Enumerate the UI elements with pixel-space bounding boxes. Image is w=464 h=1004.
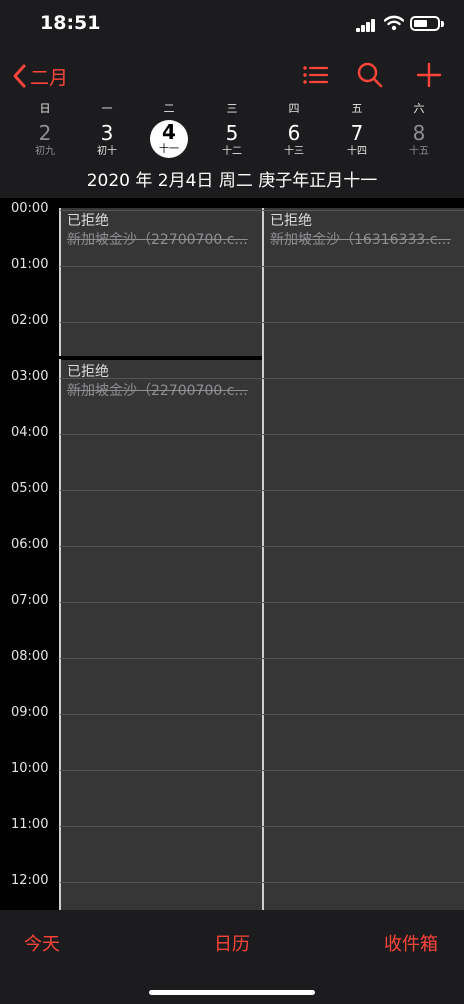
hour-row: 12:00 (0, 873, 464, 888)
event-block[interactable]: 已拒绝 新加坡金沙（16316333.c... (262, 208, 464, 910)
hour-label: 06:00 (11, 537, 49, 552)
hour-label: 07:00 (11, 593, 49, 608)
day-cell[interactable]: 8 十五 (399, 120, 439, 158)
hour-row: 02:00 (0, 313, 464, 328)
hour-gridline (60, 602, 464, 603)
day-cell[interactable]: 5 十二 (212, 120, 252, 158)
hour-gridline (60, 490, 464, 491)
hour-label: 10:00 (11, 761, 49, 776)
calendar-header: 18:51 二月 日 一 二 三 四 五 六 2 初九 3 初十 4 十一 5 … (0, 0, 464, 198)
day-number: 2 (38, 121, 52, 145)
hour-row: 04:00 (0, 425, 464, 440)
lunar-date: 十二 (222, 146, 242, 157)
hour-gridline (60, 378, 464, 379)
status-bar: 18:51 (0, 0, 464, 50)
hour-row: 07:00 (0, 593, 464, 608)
day-cell[interactable]: 7 十四 (337, 120, 377, 158)
weekday-label: 六 (413, 102, 425, 115)
day-number: 5 (225, 121, 239, 145)
day-cell[interactable]: 6 十三 (274, 120, 314, 158)
today-button[interactable]: 今天 (24, 930, 60, 956)
weekday-label: 四 (288, 102, 300, 115)
hour-row: 09:00 (0, 705, 464, 720)
hour-gridline (60, 546, 464, 547)
hour-label: 00:00 (11, 201, 49, 216)
hour-row: 06:00 (0, 537, 464, 552)
event-title: 新加坡金沙（16316333.c... (270, 232, 451, 248)
wifi-icon (384, 15, 404, 31)
chevron-left-icon (13, 64, 26, 88)
day-cell[interactable]: 2 初九 (25, 120, 65, 158)
hour-gridline (60, 882, 464, 883)
navigation-bar: 二月 (0, 56, 464, 96)
add-icon[interactable] (414, 60, 444, 90)
event-status: 已拒绝 (67, 213, 109, 229)
event-block[interactable]: 已拒绝 新加坡金沙（22700700.c... (59, 208, 262, 356)
back-label: 二月 (30, 66, 69, 89)
calendars-button[interactable]: 日历 (214, 930, 250, 956)
hour-row: 11:00 (0, 817, 464, 832)
weekday-label: 五 (351, 102, 363, 115)
weekday-label: 一 (101, 102, 113, 115)
event-block[interactable]: 已拒绝 新加坡金沙（22700700.c... (59, 359, 262, 910)
day-cell[interactable]: 3 初十 (87, 120, 127, 158)
hour-row: 05:00 (0, 481, 464, 496)
hour-label: 09:00 (11, 705, 49, 720)
hour-label: 11:00 (11, 817, 49, 832)
event-title: 新加坡金沙（22700700.c... (67, 383, 248, 399)
back-to-month-button[interactable]: 二月 (12, 62, 68, 90)
hour-label: 08:00 (11, 649, 49, 664)
event-status: 已拒绝 (270, 213, 312, 229)
battery-icon (410, 16, 440, 31)
inbox-button[interactable]: 收件箱 (384, 930, 438, 956)
event-title: 新加坡金沙（22700700.c... (67, 232, 248, 248)
hour-label: 01:00 (11, 257, 49, 272)
hour-label: 02:00 (11, 313, 49, 328)
lunar-date: 十四 (347, 146, 367, 157)
lunar-date: 初十 (97, 146, 117, 157)
lunar-date: 十三 (284, 146, 304, 157)
selected-date-title: 2020 年 2月4日 周二 庚子年正月十一 (86, 171, 378, 191)
hour-gridline (60, 266, 464, 267)
hour-gridline (60, 210, 464, 211)
weekday-label: 三 (226, 102, 238, 115)
day-number: 7 (350, 121, 364, 145)
hour-gridline (60, 322, 464, 323)
lunar-date: 初九 (35, 146, 55, 157)
hour-row: 00:00 (0, 201, 464, 216)
list-icon[interactable] (300, 60, 330, 90)
cellular-signal-icon (356, 18, 376, 32)
hour-row: 01:00 (0, 257, 464, 272)
hour-label: 05:00 (11, 481, 49, 496)
day-cell-selected[interactable]: 4 十一 (149, 120, 189, 158)
hour-label: 03:00 (11, 369, 49, 384)
weekday-labels: 日 一 二 三 四 五 六 (0, 100, 464, 116)
hour-gridline (60, 434, 464, 435)
weekday-label: 日 (39, 102, 51, 115)
day-number: 4 (162, 120, 176, 144)
home-indicator[interactable] (149, 990, 315, 995)
hour-row: 03:00 (0, 369, 464, 384)
hour-row: 08:00 (0, 649, 464, 664)
hour-gridline (60, 826, 464, 827)
lunar-date: 十五 (409, 146, 429, 157)
weekday-label: 二 (163, 102, 175, 115)
day-number: 6 (287, 121, 301, 145)
search-icon[interactable] (355, 60, 385, 90)
battery-tip (441, 21, 444, 27)
hour-label: 04:00 (11, 425, 49, 440)
hour-label: 12:00 (11, 873, 49, 888)
event-separator (61, 357, 262, 360)
week-strip: 2 初九 3 初十 4 十一 5 十二 6 十三 7 十四 8 十五 (0, 120, 464, 164)
bottom-toolbar: 今天 日历 收件箱 (0, 910, 464, 1004)
status-time: 18:51 (40, 12, 101, 34)
day-timeline[interactable]: 已拒绝 新加坡金沙（22700700.c... 已拒绝 新加坡金沙（227007… (0, 198, 464, 910)
hour-gridline (60, 658, 464, 659)
hour-gridline (60, 770, 464, 771)
hour-gridline (60, 714, 464, 715)
hour-row: 10:00 (0, 761, 464, 776)
day-number: 3 (100, 121, 114, 145)
day-number: 8 (412, 121, 426, 145)
lunar-date: 十一 (159, 144, 179, 155)
